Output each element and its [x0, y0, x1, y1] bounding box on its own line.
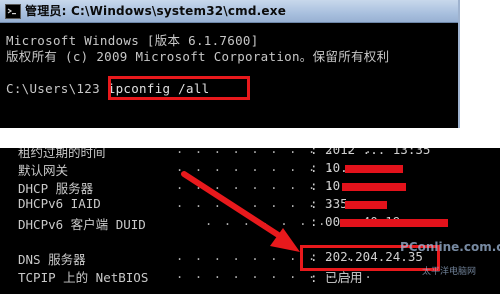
red-arrow-icon [181, 171, 300, 252]
